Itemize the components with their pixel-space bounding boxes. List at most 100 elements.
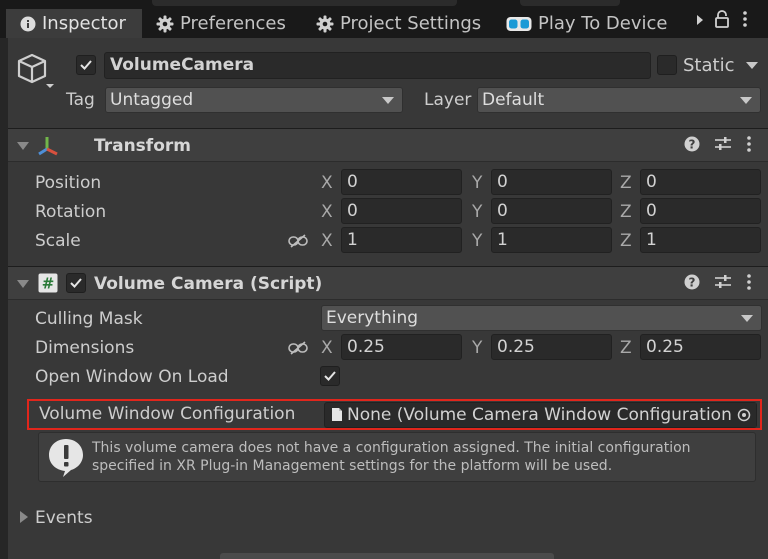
layer-dropdown[interactable]: Default bbox=[477, 87, 761, 113]
warning-exclamation-icon bbox=[47, 437, 85, 483]
constrain-proportions-link-icon[interactable] bbox=[288, 340, 308, 359]
culling-mask-value: Everything bbox=[326, 308, 419, 328]
svg-text:#: # bbox=[42, 275, 55, 293]
lock-icon[interactable] bbox=[714, 10, 730, 33]
scale-z-input[interactable]: 1 bbox=[640, 227, 761, 253]
position-y-input[interactable]: 0 bbox=[491, 169, 612, 195]
top-decoration bbox=[520, 0, 620, 6]
file-icon bbox=[331, 405, 343, 427]
dimensions-y-input[interactable]: 0.25 bbox=[491, 334, 612, 360]
tab-label: Inspector bbox=[42, 13, 126, 34]
add-component-button-edge[interactable] bbox=[220, 553, 554, 559]
gameobject-name-input[interactable]: VolumeCamera bbox=[104, 52, 651, 79]
tab-play-to-device[interactable]: Play To Device bbox=[506, 9, 668, 38]
tab-project-settings[interactable]: Project Settings bbox=[316, 9, 481, 38]
layer-label: Layer bbox=[424, 90, 472, 110]
info-icon bbox=[20, 16, 36, 32]
object-picker-button[interactable] bbox=[731, 403, 756, 427]
transform-icon bbox=[36, 134, 60, 162]
position-z-input[interactable]: 0 bbox=[640, 169, 761, 195]
tab-inspector[interactable]: Inspector bbox=[6, 9, 142, 38]
transform-title: Transform bbox=[94, 136, 191, 156]
foldout-arrow-icon[interactable] bbox=[17, 280, 29, 288]
open-window-label: Open Window On Load bbox=[35, 367, 229, 387]
volume-camera-header[interactable]: # Volume Camera (Script) ? bbox=[8, 266, 768, 300]
help-icon[interactable]: ? bbox=[684, 136, 700, 156]
transform-row-label: Scale bbox=[35, 231, 81, 251]
position-x-input[interactable]: 0 bbox=[341, 169, 462, 195]
axis-z-label: Z bbox=[620, 202, 632, 222]
transform-header[interactable]: Transform ? bbox=[8, 128, 768, 162]
rotation-y-input[interactable]: 0 bbox=[491, 198, 612, 224]
axis-z-label: Z bbox=[620, 338, 632, 358]
culling-mask-label: Culling Mask bbox=[35, 309, 143, 329]
gameobject-cube-icon[interactable] bbox=[16, 52, 58, 96]
presets-sliders-icon[interactable] bbox=[714, 136, 732, 156]
axis-x-label: X bbox=[321, 338, 333, 358]
events-foldout-label[interactable]: Events bbox=[35, 508, 93, 528]
axis-x-label: X bbox=[321, 202, 333, 222]
help-icon[interactable]: ? bbox=[684, 274, 700, 294]
checkmark-icon bbox=[70, 278, 82, 288]
scale-y-input[interactable]: 1 bbox=[491, 227, 612, 253]
tab-label: Project Settings bbox=[340, 13, 482, 34]
gear-icon bbox=[316, 15, 334, 33]
presets-sliders-icon[interactable] bbox=[714, 274, 732, 294]
kebab-menu-icon[interactable] bbox=[746, 135, 752, 157]
axis-x-label: X bbox=[321, 173, 333, 193]
static-dropdown-arrow-icon[interactable] bbox=[746, 62, 758, 69]
open-window-checkbox[interactable] bbox=[320, 366, 340, 386]
tab-label: Play To Device bbox=[538, 13, 668, 34]
events-foldout-arrow-icon[interactable] bbox=[20, 511, 28, 523]
config-object-field[interactable]: None (Volume Camera Window Configuration… bbox=[324, 402, 757, 428]
top-decoration bbox=[152, 0, 457, 6]
transform-header-icons: ? bbox=[684, 135, 752, 157]
help-text-line: This volume camera does not have a confi… bbox=[92, 440, 691, 456]
tag-label: Tag bbox=[66, 90, 95, 110]
checkmark-icon bbox=[324, 371, 336, 381]
gear-icon bbox=[156, 15, 174, 33]
dimensions-x-input[interactable]: 0.25 bbox=[341, 334, 462, 360]
rotation-x-input[interactable]: 0 bbox=[341, 198, 462, 224]
kebab-menu-icon[interactable] bbox=[742, 10, 748, 33]
static-label: Static bbox=[683, 55, 735, 76]
gameobject-active-checkbox[interactable] bbox=[76, 55, 96, 75]
axis-z-label: Z bbox=[620, 173, 632, 193]
tab-overflow-arrow-icon[interactable] bbox=[695, 12, 705, 32]
info-help-box: This volume camera does not have a confi… bbox=[38, 432, 756, 482]
tab-bar: Inspector Preferences Project Settings P… bbox=[0, 0, 768, 38]
axis-x-label: X bbox=[321, 231, 333, 251]
transform-row-label: Position bbox=[35, 173, 102, 193]
culling-mask-dropdown[interactable]: Everything bbox=[321, 305, 762, 331]
rotation-z-input[interactable]: 0 bbox=[640, 198, 761, 224]
svg-text:?: ? bbox=[689, 138, 696, 152]
checkmark-icon bbox=[80, 60, 92, 70]
scale-x-input[interactable]: 1 bbox=[341, 227, 462, 253]
constrain-proportions-link-icon[interactable] bbox=[288, 233, 308, 252]
axis-z-label: Z bbox=[620, 231, 632, 251]
axis-y-label: Y bbox=[472, 202, 483, 222]
dimensions-label: Dimensions bbox=[35, 338, 135, 358]
layer-value: Default bbox=[482, 90, 545, 110]
foldout-arrow-icon[interactable] bbox=[17, 142, 29, 150]
help-text-line: specified in XR Plug-in Management setti… bbox=[92, 458, 613, 474]
volume-camera-header-icons: ? bbox=[684, 273, 752, 295]
volume-camera-enabled-checkbox[interactable] bbox=[66, 273, 86, 293]
transform-row-label: Rotation bbox=[35, 202, 107, 222]
left-panel-edge bbox=[0, 38, 8, 559]
tag-dropdown[interactable]: Untagged bbox=[105, 87, 403, 113]
kebab-menu-icon[interactable] bbox=[746, 273, 752, 295]
chevron-down-icon bbox=[740, 97, 752, 104]
tab-label: Preferences bbox=[180, 13, 286, 34]
config-value: None (Volume Camera Window Configuration… bbox=[347, 405, 739, 425]
svg-text:?: ? bbox=[689, 276, 696, 290]
axis-y-label: Y bbox=[472, 338, 483, 358]
chevron-down-icon bbox=[382, 97, 394, 104]
tab-preferences[interactable]: Preferences bbox=[156, 9, 286, 38]
volume-camera-title: Volume Camera (Script) bbox=[94, 274, 323, 294]
tag-value: Untagged bbox=[110, 90, 194, 110]
help-text: This volume camera does not have a confi… bbox=[92, 439, 752, 475]
static-checkbox[interactable] bbox=[657, 55, 677, 75]
axis-y-label: Y bbox=[472, 173, 483, 193]
dimensions-z-input[interactable]: 0.25 bbox=[640, 334, 761, 360]
